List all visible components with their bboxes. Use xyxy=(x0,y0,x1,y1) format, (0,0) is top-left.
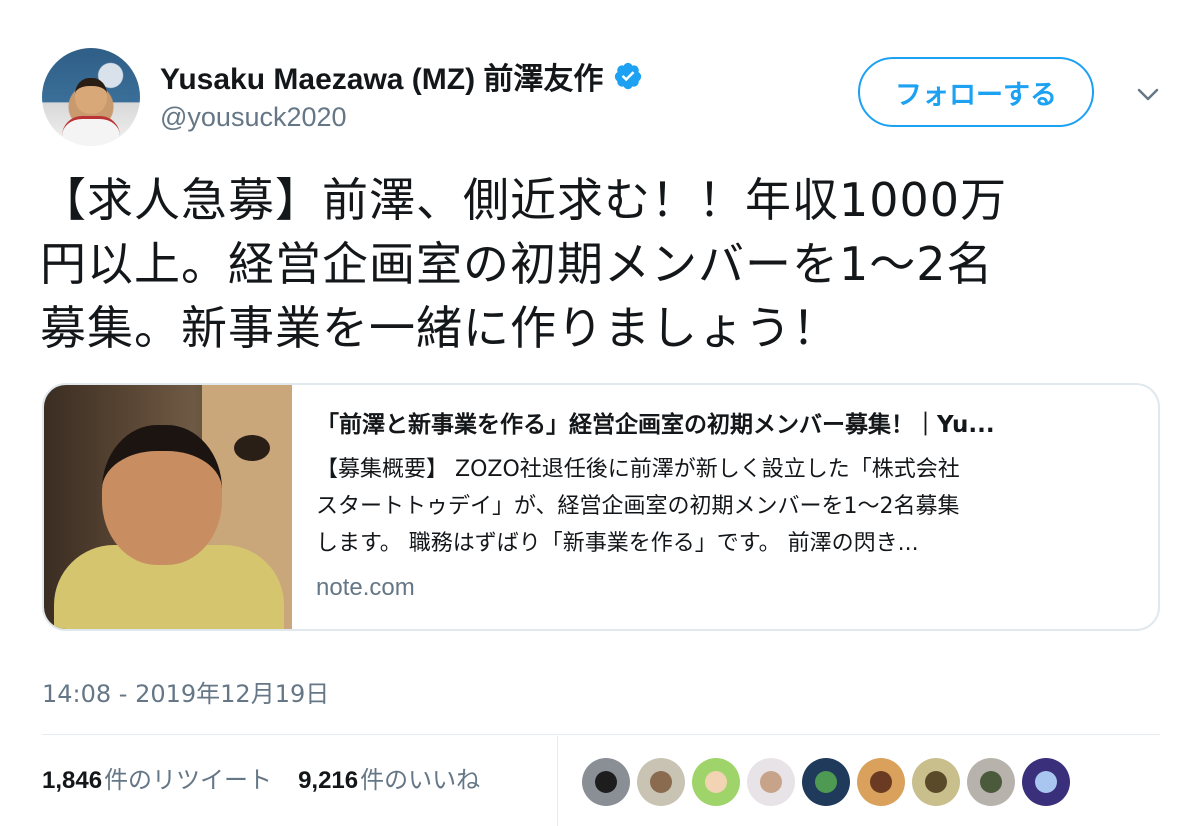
retweets-label: 件のリツイート xyxy=(104,766,273,794)
liker-avatar[interactable] xyxy=(967,758,1015,806)
liker-avatar[interactable] xyxy=(802,758,850,806)
divider xyxy=(42,734,1160,735)
thumbnail-shape xyxy=(234,435,270,461)
tweet-text-line: 【求人急募】前澤、側近求む！！年収1000万 xyxy=(40,173,1008,227)
user-avatar[interactable] xyxy=(42,48,140,146)
card-description-line: 【募集概要】 ZOZO社退任後に前澤が新しく設立した「株式会社 xyxy=(316,457,960,482)
liker-avatar[interactable] xyxy=(582,758,630,806)
follow-button[interactable]: フォローする xyxy=(858,57,1094,127)
card-title: 「前澤と新事業を作る」経営企画室の初期メンバー募集！｜Yu... xyxy=(316,412,995,438)
retweets-count: 1,846 xyxy=(42,767,103,794)
tweet-text-line: 募集。新事業を一緒に作りましょう！ xyxy=(40,301,839,355)
name-row: Yusaku Maezawa (MZ) 前澤友作 xyxy=(160,56,643,96)
likes-stat[interactable]: 9,216 件のいいね xyxy=(298,760,480,795)
tweet: Yusaku Maezawa (MZ) 前澤友作 @yousuck2020 フォ… xyxy=(0,0,1200,826)
card-thumbnail xyxy=(44,385,292,629)
more-options-button[interactable] xyxy=(1128,80,1168,110)
retweets-stat[interactable]: 1,846 件のリツイート xyxy=(42,760,272,795)
liker-avatar[interactable] xyxy=(747,758,795,806)
liker-avatar[interactable] xyxy=(692,758,740,806)
card-description-line: スタートトゥデイ」が、経営企画室の初期メンバーを1〜2名募集 xyxy=(316,494,960,519)
thumbnail-head xyxy=(102,425,222,565)
link-preview-card[interactable]: 「前澤と新事業を作る」経営企画室の初期メンバー募集！｜Yu... 【募集概要】 … xyxy=(42,383,1160,631)
liker-avatar[interactable] xyxy=(857,758,905,806)
tweet-text-line: 円以上。経営企画室の初期メンバーを1〜2名 xyxy=(40,237,994,291)
liker-avatar[interactable] xyxy=(912,758,960,806)
liker-avatar[interactable] xyxy=(1022,758,1070,806)
liker-avatars xyxy=(582,758,1077,806)
liker-avatar[interactable] xyxy=(637,758,685,806)
tweet-stats: 1,846 件のリツイート 9,216 件のいいね xyxy=(42,760,506,795)
tweet-text: 【求人急募】前澤、側近求む！！年収1000万 円以上。経営企画室の初期メンバーを… xyxy=(40,168,1170,360)
avatar-suit xyxy=(62,116,120,146)
likes-count: 9,216 xyxy=(298,767,359,794)
card-body: 「前澤と新事業を作る」経営企画室の初期メンバー募集！｜Yu... 【募集概要】 … xyxy=(316,407,1136,602)
user-handle[interactable]: @yousuck2020 xyxy=(160,102,347,133)
chevron-down-icon xyxy=(1137,88,1159,101)
avatar-face xyxy=(75,78,107,114)
display-name[interactable]: Yusaku Maezawa (MZ) 前澤友作 xyxy=(160,54,603,98)
verified-badge-icon xyxy=(615,62,642,90)
tweet-timestamp[interactable]: 14:08 - 2019年12月19日 xyxy=(42,674,329,709)
card-description-line: します。 職務はずばり「新事業を作る」です。 前澤の閃き... xyxy=(316,531,919,556)
card-domain: note.com xyxy=(316,574,415,601)
card-description: 【募集概要】 ZOZO社退任後に前澤が新しく設立した「株式会社 スタートトゥデイ… xyxy=(316,451,1136,562)
likes-label: 件のいいね xyxy=(360,766,481,794)
stats-divider xyxy=(557,736,558,826)
